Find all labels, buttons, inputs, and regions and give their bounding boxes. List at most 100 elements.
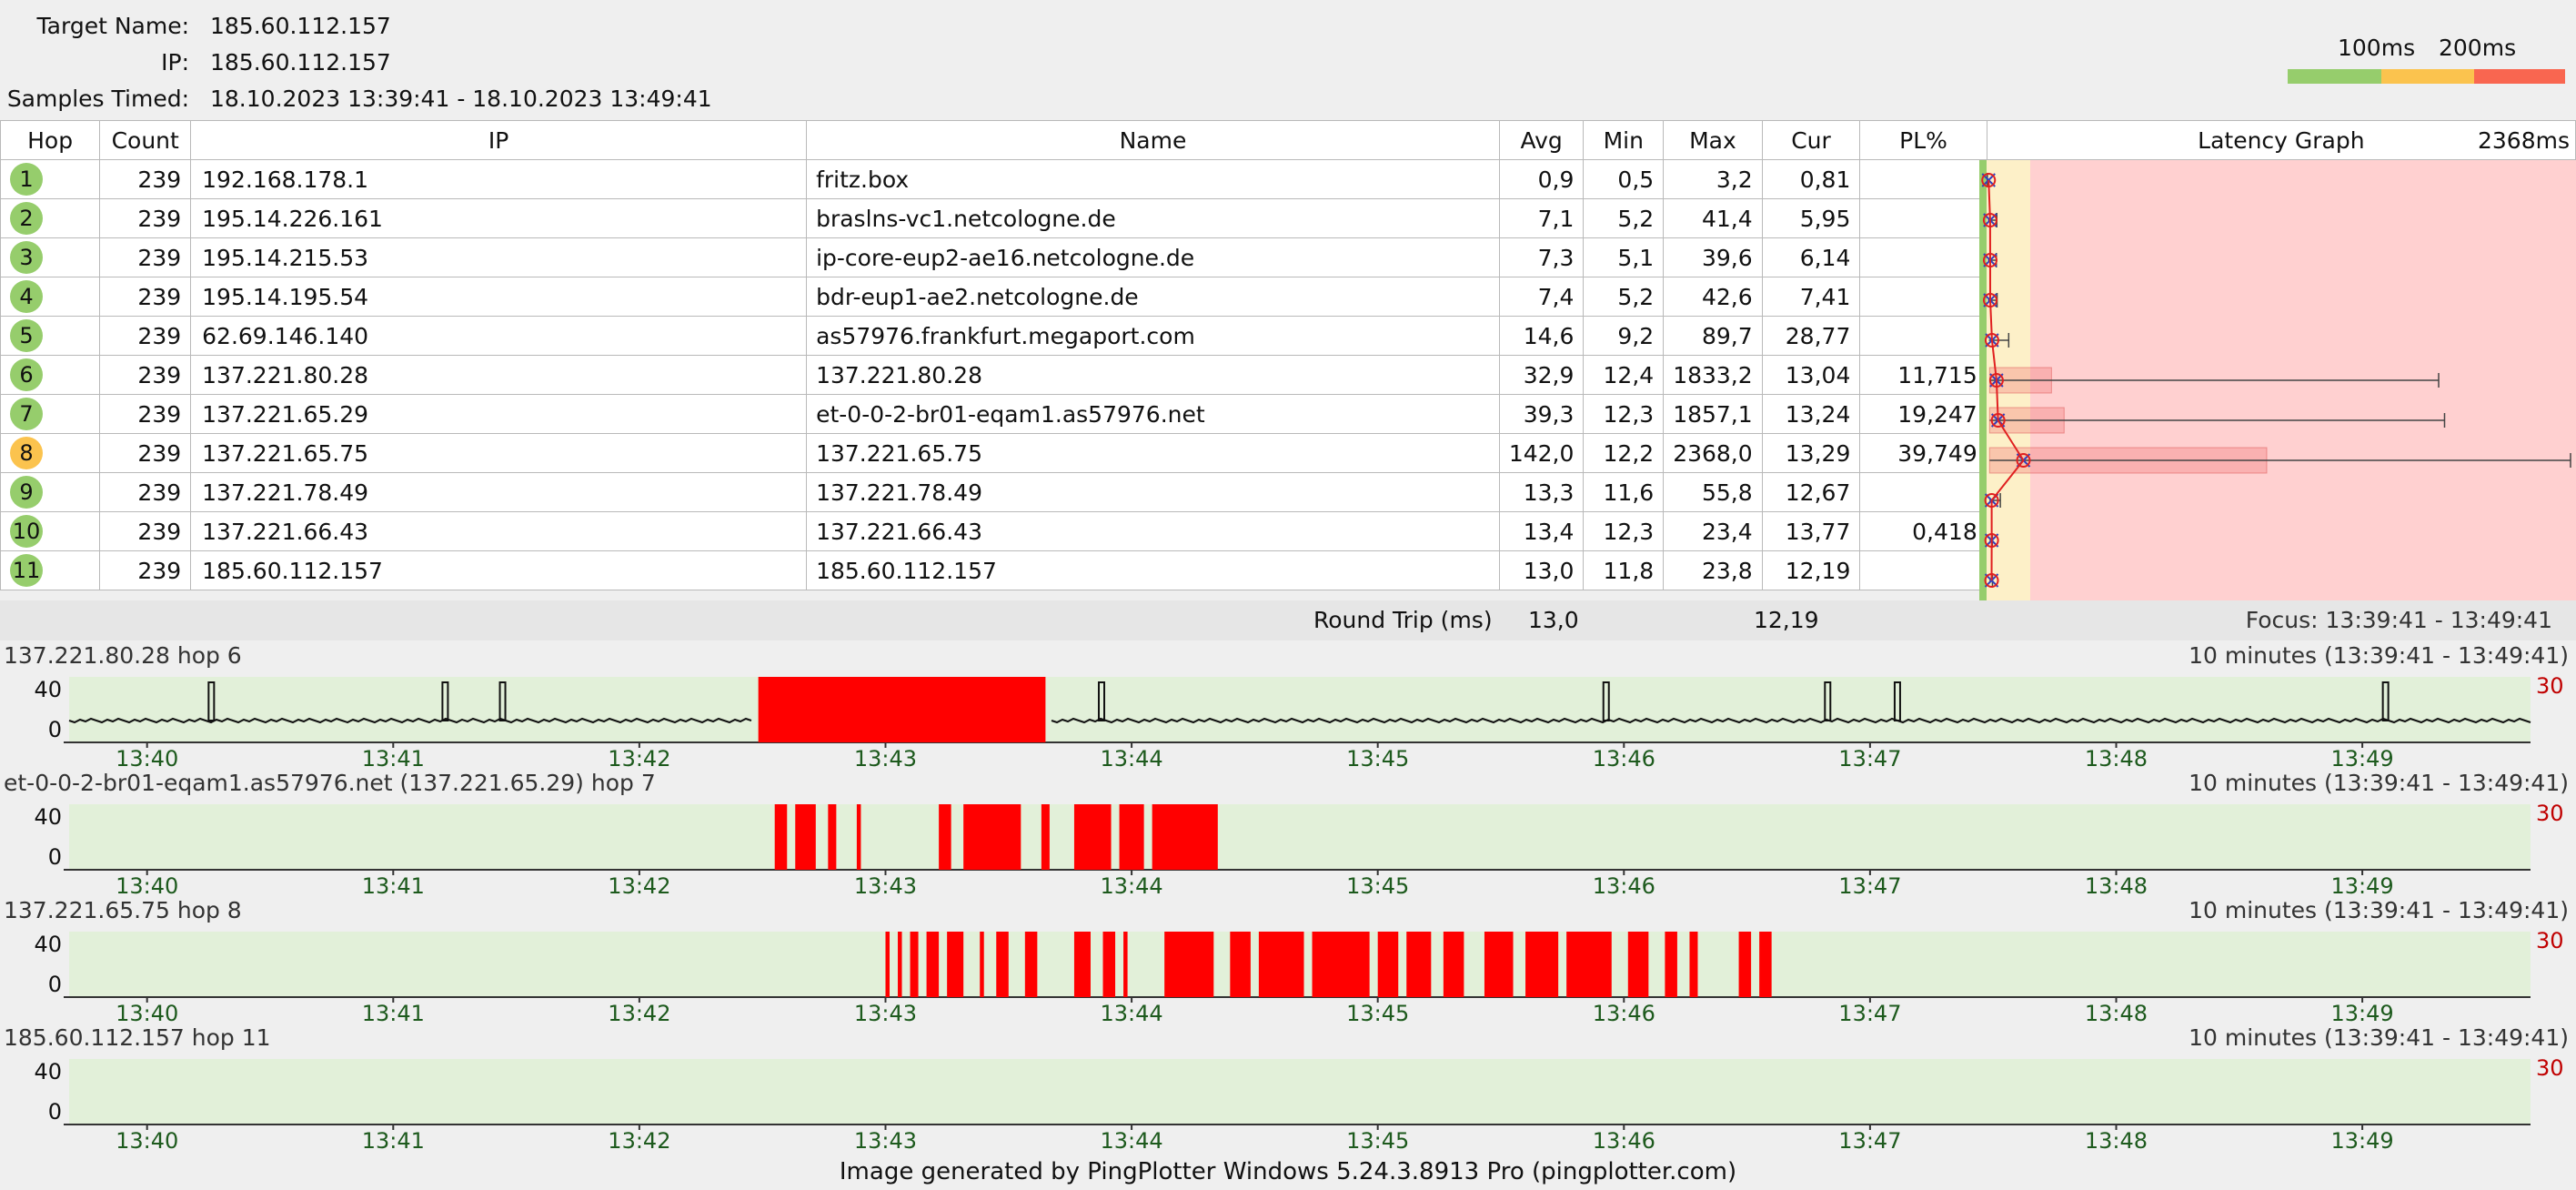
packet-loss-bar <box>885 932 890 997</box>
hop-max: 39,6 <box>1663 237 1763 277</box>
hop-cur: 28,77 <box>1761 316 1861 356</box>
hop-ip: 62.69.146.140 <box>190 316 808 356</box>
col-latency-graph[interactable]: Latency Graph 2368ms <box>1986 120 2576 160</box>
chart-time-range: 10 minutes (13:39:41 - 13:49:41) <box>2189 770 2569 796</box>
hop-cur: 0,81 <box>1761 159 1861 199</box>
hop-number: 4 <box>0 277 101 317</box>
hop-count: 239 <box>99 472 192 512</box>
packet-loss-bar <box>910 932 919 997</box>
time-tick-label: 13:48 <box>2085 746 2148 770</box>
hop-max: 1857,1 <box>1663 394 1763 434</box>
chart-plot-area <box>69 1059 2531 1124</box>
samples-value: 18.10.2023 13:39:41 - 18.10.2023 13:49:4… <box>210 86 712 112</box>
ip-value: 185.60.112.157 <box>210 49 391 76</box>
packet-loss-bar <box>1627 932 1649 997</box>
col-cur[interactable]: Cur <box>1761 120 1861 160</box>
packet-loss-bar <box>1484 932 1514 997</box>
chart-title: 137.221.65.75 hop 8 <box>4 897 242 923</box>
hop-min: 0,5 <box>1583 159 1665 199</box>
legend-green-bar <box>2288 69 2381 84</box>
hop-count: 239 <box>99 355 192 395</box>
col-pl[interactable]: PL% <box>1859 120 1987 160</box>
packet-loss-bar <box>1443 932 1464 997</box>
legend-orange-bar <box>2381 69 2474 84</box>
time-tick-label: 13:48 <box>2085 873 2148 897</box>
time-tick-label: 13:40 <box>116 1128 178 1152</box>
hop-cur: 12,19 <box>1761 550 1861 590</box>
timeline-chart-2[interactable]: 40 0 30 13:40 13:41 13:42 13:43 13:44 13:45 13:46… <box>0 797 2576 897</box>
hop-avg: 7,1 <box>1498 198 1585 238</box>
col-avg[interactable]: Avg <box>1498 120 1585 160</box>
hop-avg: 13,4 <box>1498 511 1585 551</box>
packet-loss-bar <box>1406 932 1432 997</box>
hop-status-badge: 10 <box>10 515 43 548</box>
y-axis-top-label: 40 <box>34 804 62 830</box>
packet-loss-bar <box>1164 932 1214 997</box>
hop-min: 5,2 <box>1583 277 1665 317</box>
graph-max-label: 2368ms <box>2477 126 2570 154</box>
hop-status-badge: 4 <box>10 280 43 313</box>
hop-pl: 11,715 <box>1859 355 1987 395</box>
col-name[interactable]: Name <box>806 120 1500 160</box>
hop-count: 239 <box>99 159 192 199</box>
hop-number: 8 <box>0 433 101 473</box>
time-tick-label: 13:49 <box>2331 1128 2394 1152</box>
hop-name: as57976.frankfurt.megaport.com <box>806 316 1500 356</box>
chart-time-range: 10 minutes (13:39:41 - 13:49:41) <box>2189 642 2569 669</box>
packet-loss-bar <box>758 677 1046 742</box>
target-name-value: 185.60.112.157 <box>210 13 391 39</box>
col-min[interactable]: Min <box>1583 120 1665 160</box>
time-tick-label: 13:47 <box>1838 746 1901 770</box>
col-ip[interactable]: IP <box>190 120 808 160</box>
y-axis-bottom-label: 0 <box>48 1099 62 1124</box>
hop-status-badge: 3 <box>10 241 43 274</box>
packet-loss-bar <box>898 932 902 997</box>
col-max[interactable]: Max <box>1663 120 1763 160</box>
timeline-chart-1[interactable]: 40 0 30 13:40 13:41 13:42 13:43 13:44 13:45 13:46… <box>0 670 2576 770</box>
hop-cur: 13,24 <box>1761 394 1861 434</box>
hop-avg: 7,4 <box>1498 277 1585 317</box>
time-tick-label: 13:49 <box>2331 1001 2394 1024</box>
hop-status-badge: 8 <box>10 437 43 469</box>
hop-count: 239 <box>99 237 192 277</box>
chart-title: 137.221.80.28 hop 6 <box>4 642 242 669</box>
time-tick-label: 13:42 <box>608 1001 670 1024</box>
hop-cur: 6,14 <box>1761 237 1861 277</box>
packet-loss-bar <box>1689 932 1698 997</box>
col-count[interactable]: Count <box>99 120 192 160</box>
hop-pl <box>1859 472 1987 512</box>
hop-status-badge: 6 <box>10 358 43 391</box>
hop-number: 7 <box>0 394 101 434</box>
timeline-chart-3[interactable]: 40 0 30 13:40 13:41 13:42 13:43 13:44 13:45 13:46… <box>0 924 2576 1024</box>
hop-count: 239 <box>99 198 192 238</box>
hop-cur: 13,04 <box>1761 355 1861 395</box>
legend-100ms: 100ms <box>2338 35 2416 61</box>
time-tick-label: 13:46 <box>1593 1001 1655 1024</box>
hop-ip: 137.221.80.28 <box>190 355 808 395</box>
col-hop[interactable]: Hop <box>0 120 101 160</box>
hop-max: 2368,0 <box>1663 433 1763 473</box>
time-tick-label: 13:47 <box>1838 1001 1901 1024</box>
timeline-chart-4[interactable]: 40 0 30 13:40 13:41 13:42 13:43 13:44 13:45 13:46… <box>0 1052 2576 1152</box>
hop-cur: 13,29 <box>1761 433 1861 473</box>
hop-min: 11,8 <box>1583 550 1665 590</box>
time-tick-label: 13:41 <box>362 873 425 897</box>
time-tick-label: 13:40 <box>116 873 178 897</box>
hop-avg: 142,0 <box>1498 433 1585 473</box>
packet-loss-bar <box>1230 932 1251 997</box>
chart-plot-area <box>69 677 2531 742</box>
time-tick-label: 13:44 <box>1101 1128 1163 1152</box>
hop-max: 3,2 <box>1663 159 1763 199</box>
hop-ip: 137.221.66.43 <box>190 511 808 551</box>
hop-avg: 14,6 <box>1498 316 1585 356</box>
hop-name: 185.60.112.157 <box>806 550 1500 590</box>
hop-ip: 137.221.65.75 <box>190 433 808 473</box>
packet-loss-bar <box>1073 932 1091 997</box>
packet-loss-bar <box>947 932 964 997</box>
hop-count: 239 <box>99 394 192 434</box>
packet-loss-bar <box>828 804 837 870</box>
time-tick-label: 13:43 <box>854 873 917 897</box>
hop-min: 9,2 <box>1583 316 1665 356</box>
time-tick-label: 13:45 <box>1346 873 1409 897</box>
time-tick-label: 13:47 <box>1838 873 1901 897</box>
